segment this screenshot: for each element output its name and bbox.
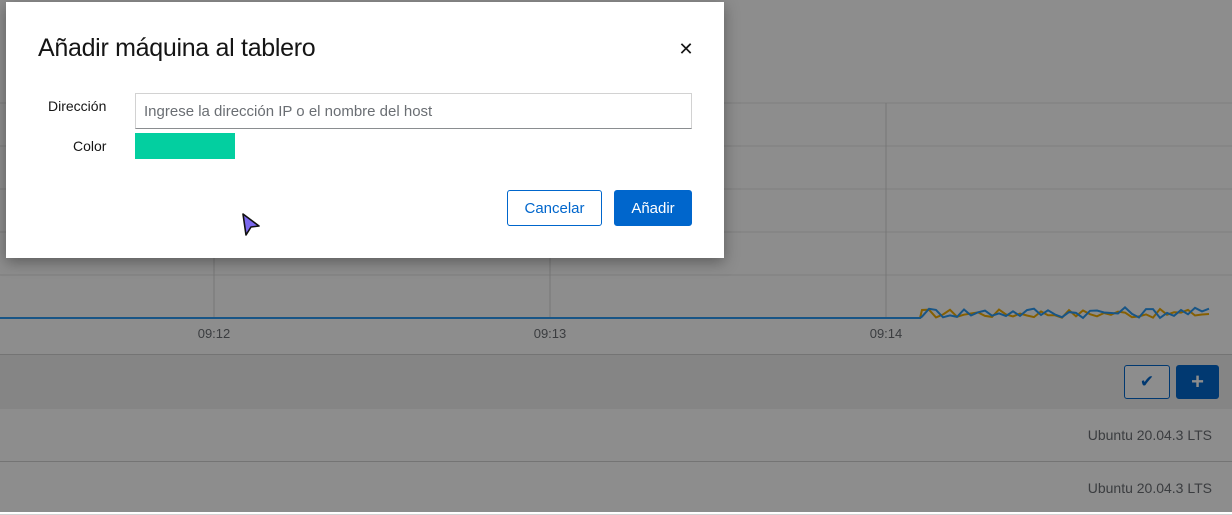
- cancel-button[interactable]: Cancelar: [507, 190, 602, 226]
- color-label: Color: [73, 138, 107, 154]
- add-machine-dialog: Añadir máquina al tablero ✕ Dirección Co…: [6, 2, 724, 258]
- color-picker[interactable]: [135, 133, 235, 159]
- dialog-title: Añadir máquina al tablero: [38, 34, 316, 62]
- address-input[interactable]: [135, 93, 692, 129]
- close-button[interactable]: ✕: [675, 38, 697, 60]
- mouse-cursor-icon: [242, 213, 260, 236]
- close-icon: ✕: [678, 38, 694, 59]
- address-label: Dirección: [48, 98, 107, 114]
- add-button[interactable]: Añadir: [614, 190, 692, 226]
